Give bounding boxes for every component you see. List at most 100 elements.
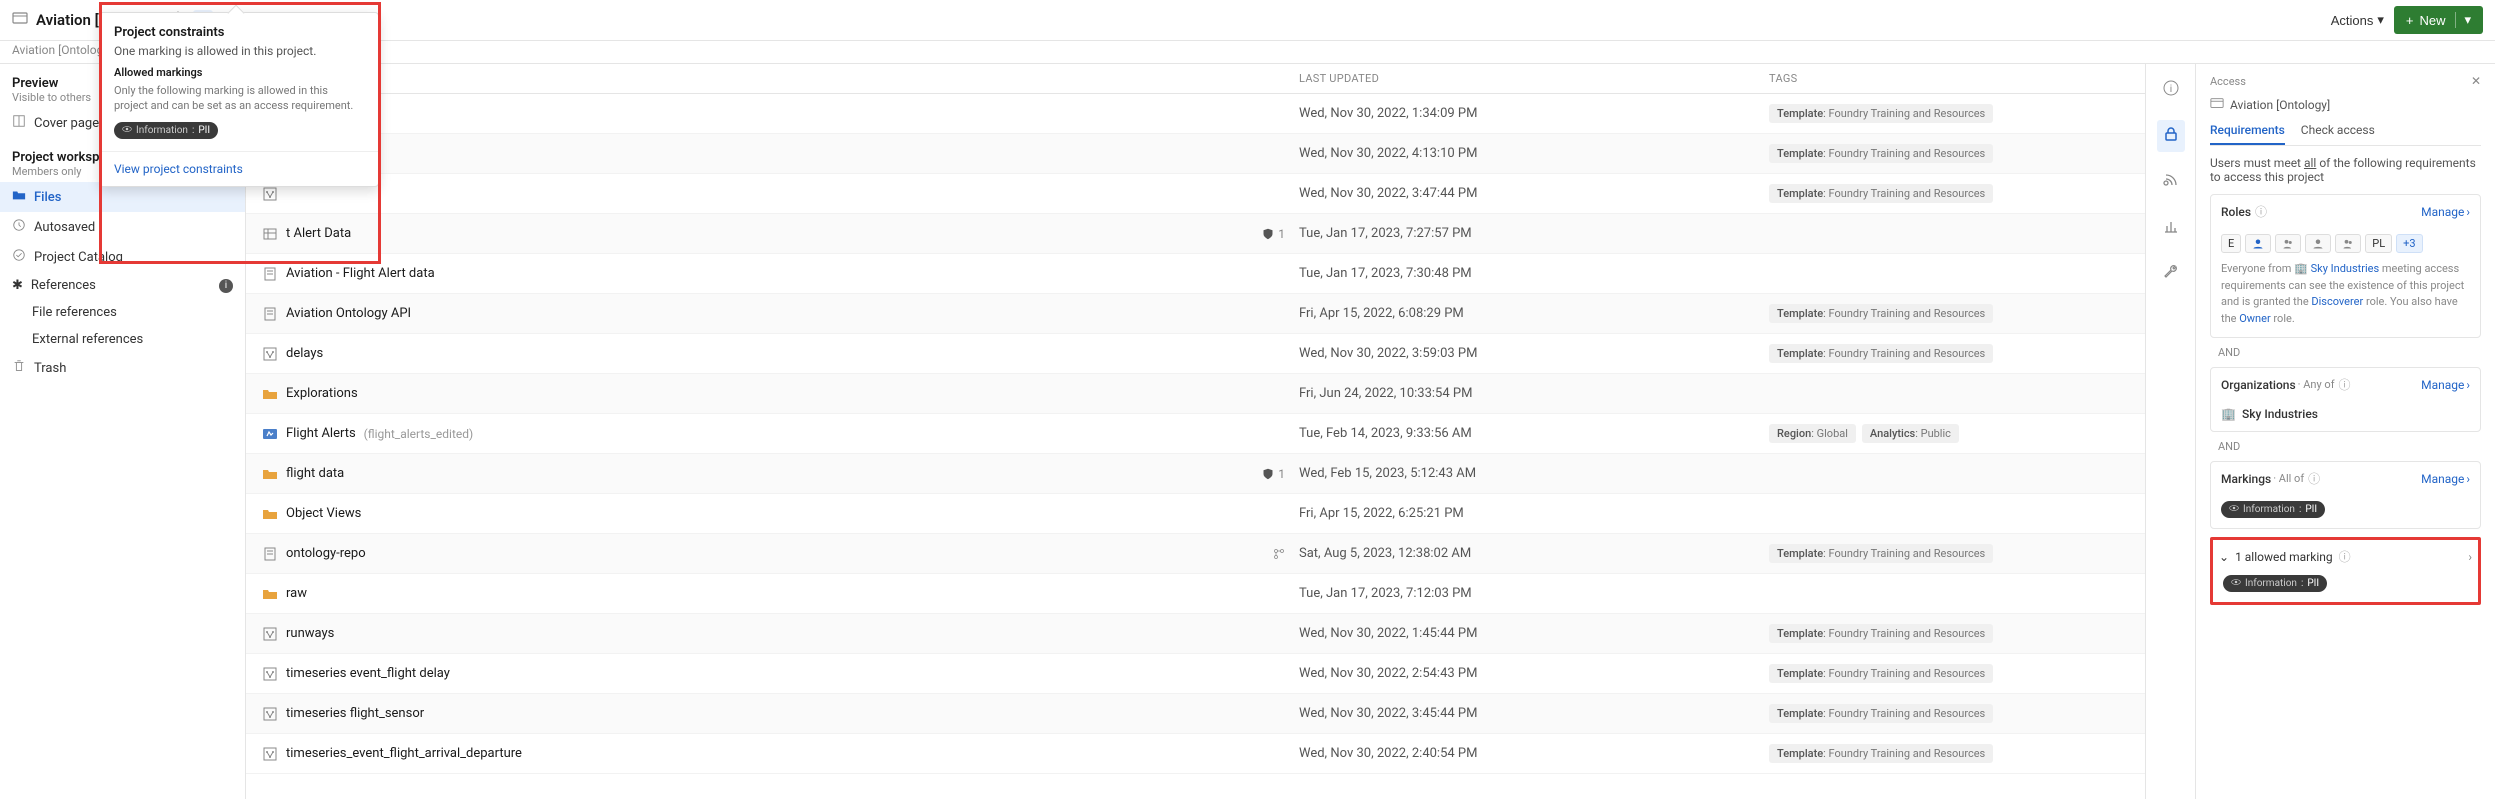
eye-icon xyxy=(2229,503,2239,516)
last-updated: Sat, Aug 5, 2023, 12:38:02 AM xyxy=(1299,546,1769,561)
file-name: Aviation Ontology API xyxy=(286,306,411,321)
popover-note: Only the following marking is allowed in… xyxy=(114,83,364,114)
sidebar-item-autosaved[interactable]: Autosaved xyxy=(0,212,245,242)
role-chip-more[interactable]: +3 xyxy=(2396,234,2422,253)
check-circle-icon xyxy=(12,248,26,266)
close-icon[interactable]: ✕ xyxy=(2471,74,2481,88)
table-row[interactable]: ontology-repoSat, Aug 5, 2023, 12:38:02 … xyxy=(246,534,2145,574)
role-chip[interactable] xyxy=(2335,234,2361,253)
role-chip[interactable] xyxy=(2245,234,2271,253)
tags-cell: Template: Foundry Training and Resources xyxy=(1769,664,2129,683)
table-row[interactable]: Aviation - Flight Alert dataTue, Jan 17,… xyxy=(246,254,2145,294)
sidebar-item-references[interactable]: ✱ References i xyxy=(0,272,245,299)
table-row[interactable]: Object ViewsFri, Apr 15, 2022, 6:25:21 P… xyxy=(246,494,2145,534)
info-icon[interactable]: ⓘ xyxy=(2339,376,2351,393)
role-chip[interactable] xyxy=(2275,234,2301,253)
table-row[interactable]: timeseries flight_sensorWed, Nov 30, 202… xyxy=(246,694,2145,734)
dataset-icon xyxy=(262,226,278,242)
file-name: Object Views xyxy=(286,506,361,521)
and-divider: AND xyxy=(2218,346,2473,359)
actions-button[interactable]: Actions ▾ xyxy=(2331,12,2384,28)
tag[interactable]: Template: Foundry Training and Resources xyxy=(1769,664,1993,683)
tag[interactable]: Template: Foundry Training and Resources xyxy=(1769,544,1993,563)
right-rail: i xyxy=(2145,64,2195,799)
table-row[interactable]: runwaysWed, Nov 30, 2022, 1:45:44 PMTemp… xyxy=(246,614,2145,654)
info-icon[interactable]: ⓘ xyxy=(2308,470,2320,487)
allowed-marking-toggle[interactable]: ⌄ 1 allowed marking ⓘ › xyxy=(2215,542,2476,571)
roles-description: Everyone from 🏢 Sky Industries meeting a… xyxy=(2221,261,2470,327)
roles-block: Rolesⓘ Manage › E PL +3 Everyone from � xyxy=(2210,194,2481,338)
sidebar-item-trash[interactable]: Trash xyxy=(0,353,245,383)
table-row[interactable]: delaysWed, Nov 30, 2022, 3:59:03 PMTempl… xyxy=(246,334,2145,374)
header: Aviation [Ontology] Actions ▾ + New ▾ xyxy=(0,0,2495,41)
tag[interactable]: Template: Foundry Training and Resources xyxy=(1769,744,1993,763)
table-row[interactable]: Wed, Nov 30, 2022, 3:47:44 PMTemplate: F… xyxy=(246,174,2145,214)
popover-subtitle: Allowed markings xyxy=(114,66,364,79)
file-name: Flight Alerts xyxy=(286,426,356,441)
project-constraints-popover: Project constraints One marking is allow… xyxy=(99,12,379,187)
tag[interactable]: Template: Foundry Training and Resources xyxy=(1769,104,1993,123)
table-row[interactable]: timeseries_event_flight_arrival_departur… xyxy=(246,734,2145,774)
file-name: timeseries flight_sensor xyxy=(286,706,424,721)
folder-icon xyxy=(262,466,278,482)
info-icon[interactable]: ⓘ xyxy=(2339,548,2351,565)
tags-cell: Template: Foundry Training and Resources xyxy=(1769,704,2129,723)
ontology-icon xyxy=(262,346,278,362)
role-chip[interactable]: E xyxy=(2221,234,2241,253)
table-row[interactable]: timeseries event_flight delayWed, Nov 30… xyxy=(246,654,2145,694)
tag[interactable]: Template: Foundry Training and Resources xyxy=(1769,704,1993,723)
role-chip[interactable] xyxy=(2305,234,2331,253)
tag[interactable]: Template: Foundry Training and Resources xyxy=(1769,344,1993,363)
info-icon[interactable]: i xyxy=(2157,74,2185,106)
sidebar-item-catalog[interactable]: Project Catalog xyxy=(0,242,245,272)
and-divider: AND xyxy=(2218,440,2473,453)
manage-markings-link[interactable]: Manage › xyxy=(2421,472,2470,486)
wrench-icon[interactable] xyxy=(2157,258,2185,290)
tag[interactable]: Region: Global xyxy=(1769,424,1856,443)
lock-icon[interactable] xyxy=(2157,120,2185,152)
table-row[interactable]: flight data1Wed, Feb 15, 2023, 5:12:43 A… xyxy=(246,454,2145,494)
col-tags[interactable]: TAGS xyxy=(1769,72,2129,85)
sidebar-item-external-refs[interactable]: External references xyxy=(0,326,245,353)
table-row[interactable]: t Alert Data1Tue, Jan 17, 2023, 7:27:57 … xyxy=(246,214,2145,254)
access-intro: Users must meet all of the following req… xyxy=(2210,156,2481,184)
sidebar-item-file-refs[interactable]: File references xyxy=(0,299,245,326)
eye-icon xyxy=(2231,577,2241,590)
manage-roles-link[interactable]: Manage › xyxy=(2421,205,2470,219)
ontology-icon xyxy=(262,186,278,202)
chart-icon[interactable] xyxy=(2157,212,2185,244)
chevron-down-icon: ⌄ xyxy=(2219,550,2229,564)
col-name[interactable]: NAME xyxy=(262,72,1299,85)
ontology-icon xyxy=(262,626,278,642)
info-icon[interactable]: ⓘ xyxy=(2255,203,2267,220)
table-row[interactable]: Wed, Nov 30, 2022, 1:34:09 PMTemplate: F… xyxy=(246,94,2145,134)
organizations-block: Organizations· Any ofⓘ Manage › 🏢 Sky In… xyxy=(2210,367,2481,432)
folder-icon xyxy=(262,386,278,402)
col-updated[interactable]: LAST UPDATED xyxy=(1299,72,1769,85)
tag[interactable]: Template: Foundry Training and Resources xyxy=(1769,184,1993,203)
tag[interactable]: Template: Foundry Training and Resources xyxy=(1769,624,1993,643)
tag[interactable]: Template: Foundry Training and Resources xyxy=(1769,144,1993,163)
manage-orgs-link[interactable]: Manage › xyxy=(2421,378,2470,392)
view-constraints-link[interactable]: View project constraints xyxy=(100,151,378,186)
new-button[interactable]: + New ▾ xyxy=(2394,6,2483,34)
table-row[interactable]: rawTue, Jan 17, 2023, 7:12:03 PM xyxy=(246,574,2145,614)
table-row[interactable]: Aviation Ontology APIFri, Apr 15, 2022, … xyxy=(246,294,2145,334)
tab-requirements[interactable]: Requirements xyxy=(2210,123,2285,145)
table-header: NAME LAST UPDATED TAGS xyxy=(246,64,2145,94)
role-chip[interactable]: PL xyxy=(2365,234,2392,253)
tag[interactable]: Template: Foundry Training and Resources xyxy=(1769,304,1993,323)
table-row[interactable]: Flight Alerts(flight_alerts_edited)Tue, … xyxy=(246,414,2145,454)
tab-check-access[interactable]: Check access xyxy=(2301,123,2375,145)
table-row[interactable]: Wed, Nov 30, 2022, 4:13:10 PMTemplate: F… xyxy=(246,134,2145,174)
tags-cell: Template: Foundry Training and Resources xyxy=(1769,344,2129,363)
tag[interactable]: Analytics: Public xyxy=(1862,424,1959,443)
marking-pill: Information:PII xyxy=(2221,501,2325,518)
table-row[interactable]: ExplorationsFri, Jun 24, 2022, 10:33:54 … xyxy=(246,374,2145,414)
chevron-right-icon: › xyxy=(2466,205,2470,219)
file-name: flight data xyxy=(286,466,344,481)
org-name: Sky Industries xyxy=(2242,407,2318,421)
rss-icon[interactable] xyxy=(2157,166,2185,198)
tags-cell: Template: Foundry Training and Resources xyxy=(1769,144,2129,163)
tags-cell: Region: Global Analytics: Public xyxy=(1769,424,2129,443)
